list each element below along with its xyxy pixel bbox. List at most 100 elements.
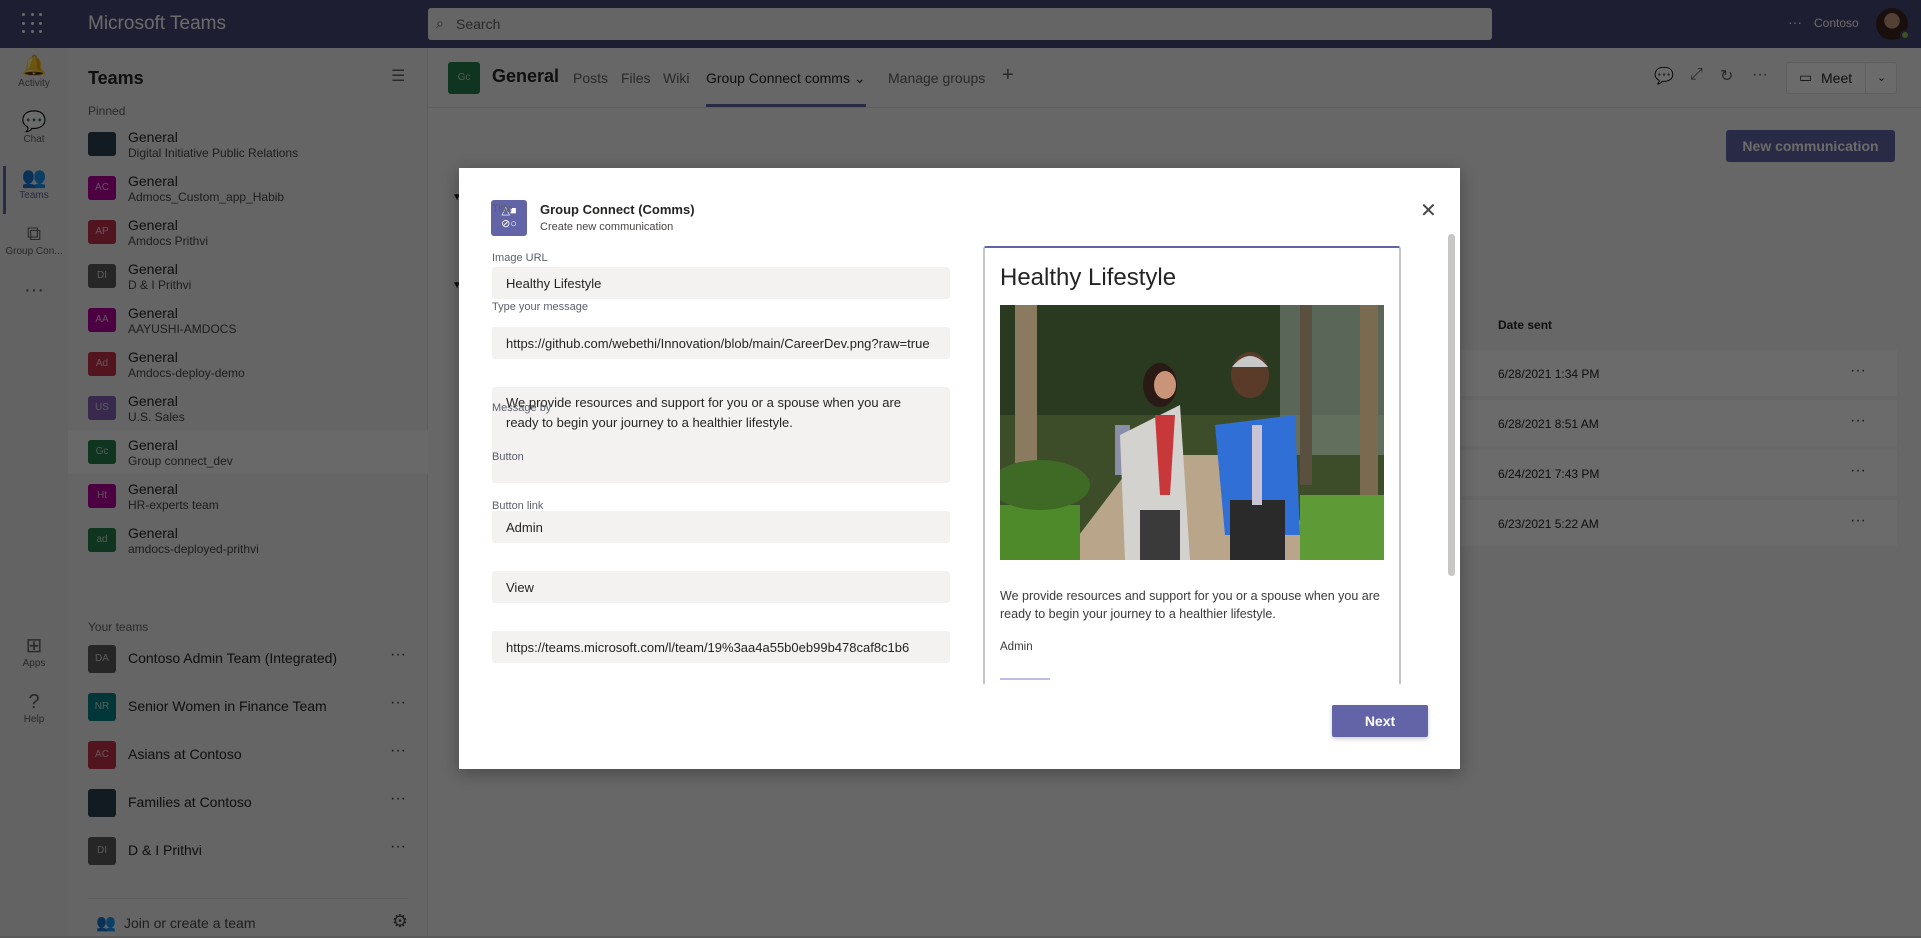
button-text-input[interactable]: View bbox=[492, 571, 950, 603]
teams-icon: 👥 bbox=[21, 167, 47, 189]
image-url-input[interactable]: https://github.com/webethi/Innovation/bl… bbox=[492, 327, 950, 359]
presence-badge bbox=[1900, 30, 1910, 40]
more-options-icon[interactable]: ··· bbox=[390, 838, 406, 856]
app-launcher-icon[interactable] bbox=[22, 13, 44, 35]
preview-action-button[interactable] bbox=[1000, 678, 1050, 684]
conversation-icon[interactable]: 💬 bbox=[1654, 66, 1674, 86]
pinned-channel[interactable]: ad General amdocs-deployed-prithvi bbox=[68, 518, 428, 562]
channel-name: General bbox=[128, 305, 178, 321]
pinned-label: Pinned bbox=[88, 104, 126, 118]
tab-files[interactable]: Files bbox=[621, 70, 651, 86]
team-item[interactable]: NR Senior Women in Finance Team ··· bbox=[68, 683, 428, 731]
title-input[interactable]: Healthy Lifestyle bbox=[492, 267, 950, 299]
more-options-icon[interactable]: ··· bbox=[390, 742, 406, 760]
team-item[interactable]: Families at Contoso ··· bbox=[68, 779, 428, 827]
pinned-channel[interactable]: General Digital Initiative Public Relatio… bbox=[68, 122, 428, 166]
rail-item-more[interactable]: ··· bbox=[0, 278, 68, 302]
row-more-icon[interactable]: ··· bbox=[1850, 512, 1866, 530]
filter-icon[interactable]: ☰ bbox=[391, 66, 405, 86]
search-icon: ⌕ bbox=[436, 15, 444, 31]
team-item[interactable]: AC Asians at Contoso ··· bbox=[68, 731, 428, 779]
dialog-scrollbar[interactable] bbox=[1448, 234, 1455, 576]
pinned-channel[interactable]: DI General D & I Prithvi bbox=[68, 254, 428, 298]
meet-label: Meet bbox=[1821, 70, 1853, 86]
channel-name: General bbox=[128, 437, 178, 453]
rail-item-teams[interactable]: 👥 Teams bbox=[0, 166, 68, 214]
team-name: Admocs_Custom_app_Habib bbox=[128, 190, 285, 204]
table-row[interactable]: 6/28/2021 1:34 PM ··· bbox=[1460, 350, 1897, 398]
date-sent: 6/24/2021 7:43 PM bbox=[1498, 467, 1600, 481]
row-more-icon[interactable]: ··· bbox=[1850, 412, 1866, 430]
message-by-input[interactable]: Admin bbox=[492, 511, 950, 543]
table-row[interactable]: 6/24/2021 7:43 PM ··· bbox=[1460, 450, 1897, 498]
user-avatar[interactable] bbox=[1876, 8, 1910, 40]
preview-author: Admin bbox=[1000, 641, 1033, 653]
pinned-channel[interactable]: Ht General HR-experts team bbox=[68, 474, 428, 518]
rail-item-group-con-[interactable]: ⧉ Group Con... bbox=[0, 222, 68, 257]
channel-name: General bbox=[128, 525, 178, 541]
teams-panel: Teams ☰ Pinned General Digital Initiative… bbox=[68, 48, 428, 936]
pinned-channel[interactable]: AC General Admocs_Custom_app_Habib bbox=[68, 166, 428, 210]
tab-wiki[interactable]: Wiki bbox=[663, 70, 689, 86]
date-sent: 6/28/2021 8:51 AM bbox=[1498, 417, 1599, 431]
tab-group-connect-comms[interactable]: Group Connect comms ⌄ bbox=[706, 70, 866, 107]
more-options-icon[interactable]: ··· bbox=[390, 790, 406, 808]
search-input[interactable]: ⌕ Search bbox=[428, 8, 1492, 40]
org-name[interactable]: Contoso bbox=[1814, 16, 1859, 30]
preview-title: Healthy Lifestyle bbox=[1000, 264, 1177, 291]
channel-avatar: Gc bbox=[448, 62, 480, 94]
table-row[interactable]: 6/28/2021 8:51 AM ··· bbox=[1460, 400, 1897, 448]
pinned-channel[interactable]: Ad General Amdocs-deploy-demo bbox=[68, 342, 428, 386]
team-logo-icon bbox=[88, 789, 116, 817]
chevron-down-icon[interactable]: ⌄ bbox=[1865, 63, 1897, 93]
pinned-channel[interactable]: AP General Amdocs Prithvi bbox=[68, 210, 428, 254]
team-avatar: ad bbox=[88, 528, 116, 552]
new-communication-button[interactable]: New communication bbox=[1726, 130, 1895, 162]
rail-item-apps[interactable]: ⊞ Apps bbox=[0, 634, 68, 669]
team-item[interactable]: DA Contoso Admin Team (Integrated) ··· bbox=[68, 635, 428, 683]
pinned-channel[interactable]: AA General AAYUSHI-AMDOCS bbox=[68, 298, 428, 342]
team-avatar: NR bbox=[88, 693, 116, 721]
gear-icon[interactable]: ⚙ bbox=[392, 911, 408, 932]
title-label: Title bbox=[492, 203, 513, 215]
more-icon[interactable]: ··· bbox=[1752, 66, 1768, 84]
app-rail: 🔔 Activity 💬 Chat 👥 Teams ⧉ Group Con... ··· ⊞ App… bbox=[0, 48, 68, 936]
channel-name: General bbox=[128, 173, 178, 189]
team-avatar: DI bbox=[88, 264, 116, 288]
button-label: Button bbox=[492, 451, 524, 463]
tab-manage-groups[interactable]: Manage groups bbox=[888, 70, 985, 86]
row-more-icon[interactable]: ··· bbox=[1850, 462, 1866, 480]
button-link-input[interactable]: https://teams.microsoft.com/l/team/19%3a… bbox=[492, 631, 950, 663]
close-icon[interactable]: ✕ bbox=[1420, 198, 1437, 223]
more-options-icon[interactable]: ··· bbox=[390, 646, 406, 664]
more-options-icon[interactable]: ··· bbox=[390, 694, 406, 712]
next-button[interactable]: Next bbox=[1332, 705, 1428, 737]
join-or-create-team[interactable]: 👥 Join or create a team ⚙ bbox=[88, 898, 408, 938]
pinned-channel[interactable]: Gc General Group connect_dev bbox=[68, 430, 428, 474]
row-more-icon[interactable]: ··· bbox=[1850, 362, 1866, 380]
team-name: Senior Women in Finance Team bbox=[128, 698, 327, 714]
team-avatar: AC bbox=[88, 741, 116, 769]
team-item[interactable]: DI D & I Prithvi ··· bbox=[68, 827, 428, 875]
pinned-channel[interactable]: US General U.S. Sales bbox=[68, 386, 428, 430]
refresh-icon[interactable]: ↻ bbox=[1720, 66, 1733, 86]
preview-message: We provide resources and support for you… bbox=[1000, 589, 1380, 621]
create-communication-dialog: △■ ⊘○ Group Connect (Comms) Create new co… bbox=[459, 168, 1460, 769]
team-avatar: Ad bbox=[88, 352, 116, 376]
rail-item-chat[interactable]: 💬 Chat bbox=[0, 110, 68, 145]
button-link-label: Button link bbox=[492, 500, 544, 512]
video-camera-icon: ▭ bbox=[1799, 69, 1813, 85]
tab-posts[interactable]: Posts bbox=[573, 70, 608, 86]
meet-button[interactable]: ▭ Meet ⌄ bbox=[1786, 62, 1897, 94]
expand-icon[interactable]: ⤢ bbox=[1690, 66, 1703, 84]
more-options-icon[interactable]: ··· bbox=[1788, 14, 1802, 30]
message-textarea[interactable]: We provide resources and support for you… bbox=[492, 387, 950, 483]
team-name: Asians at Contoso bbox=[128, 746, 242, 762]
add-tab-button[interactable]: + bbox=[1002, 64, 1014, 87]
rail-item-help[interactable]: ? Help bbox=[0, 690, 68, 725]
table-row[interactable]: 6/23/2021 5:22 AM ··· bbox=[1460, 500, 1897, 548]
rail-label: Activity bbox=[18, 78, 50, 89]
search-placeholder: Search bbox=[456, 16, 501, 32]
rail-item-activity[interactable]: 🔔 Activity bbox=[0, 54, 68, 89]
add-people-icon: 👥 bbox=[96, 915, 116, 932]
